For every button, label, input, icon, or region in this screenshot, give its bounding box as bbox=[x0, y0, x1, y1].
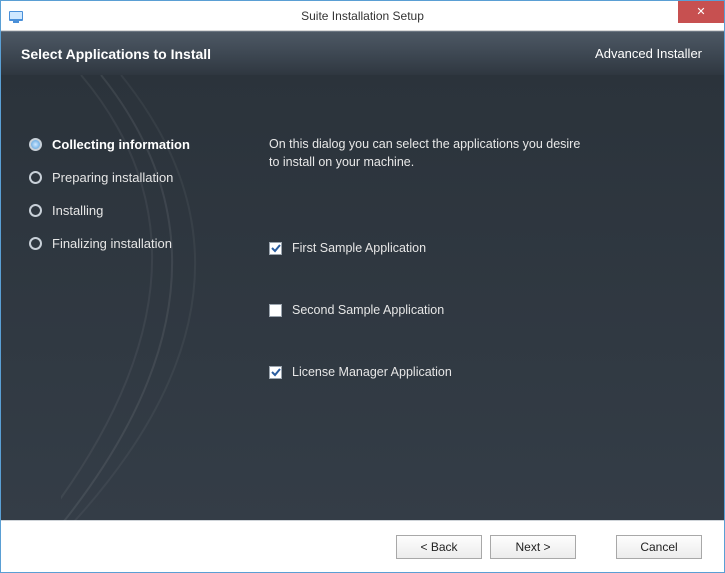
option-label: Second Sample Application bbox=[292, 303, 444, 317]
app-icon bbox=[7, 6, 27, 26]
step-indicator-icon bbox=[29, 237, 42, 250]
step-finalizing-installation: Finalizing installation bbox=[29, 236, 219, 251]
installer-window: Suite Installation Setup ✕ Select Applic… bbox=[0, 0, 725, 573]
step-indicator-icon bbox=[29, 171, 42, 184]
check-icon bbox=[271, 367, 281, 377]
steps-sidebar: Collecting information Preparing install… bbox=[1, 75, 219, 520]
close-icon: ✕ bbox=[696, 5, 705, 18]
step-label: Finalizing installation bbox=[52, 236, 172, 251]
option-label: First Sample Application bbox=[292, 241, 426, 255]
step-indicator-icon bbox=[29, 204, 42, 217]
step-label: Installing bbox=[52, 203, 103, 218]
step-label: Collecting information bbox=[52, 137, 190, 152]
wizard-body: Collecting information Preparing install… bbox=[1, 75, 724, 520]
option-label: License Manager Application bbox=[292, 365, 452, 379]
main-panel: On this dialog you can select the applic… bbox=[219, 75, 724, 520]
option-first-sample: First Sample Application bbox=[269, 241, 684, 255]
wizard-header: Select Applications to Install Advanced … bbox=[1, 31, 724, 75]
next-button[interactable]: Next > bbox=[490, 535, 576, 559]
checkbox-license-manager[interactable] bbox=[269, 366, 282, 379]
step-preparing-installation: Preparing installation bbox=[29, 170, 219, 185]
wizard-footer: < Back Next > Cancel bbox=[1, 520, 724, 572]
checkbox-second-sample[interactable] bbox=[269, 304, 282, 317]
checkbox-first-sample[interactable] bbox=[269, 242, 282, 255]
cancel-button[interactable]: Cancel bbox=[616, 535, 702, 559]
titlebar: Suite Installation Setup ✕ bbox=[1, 1, 724, 31]
window-title: Suite Installation Setup bbox=[1, 9, 724, 23]
close-button[interactable]: ✕ bbox=[678, 1, 724, 23]
step-collecting-information: Collecting information bbox=[29, 137, 219, 152]
brand-label: Advanced Installer bbox=[595, 46, 702, 61]
intro-text: On this dialog you can select the applic… bbox=[269, 135, 589, 171]
option-second-sample: Second Sample Application bbox=[269, 303, 684, 317]
check-icon bbox=[271, 243, 281, 253]
step-label: Preparing installation bbox=[52, 170, 173, 185]
step-indicator-icon bbox=[29, 138, 42, 151]
step-installing: Installing bbox=[29, 203, 219, 218]
page-title: Select Applications to Install bbox=[21, 46, 211, 62]
back-button[interactable]: < Back bbox=[396, 535, 482, 559]
option-license-manager: License Manager Application bbox=[269, 365, 684, 379]
